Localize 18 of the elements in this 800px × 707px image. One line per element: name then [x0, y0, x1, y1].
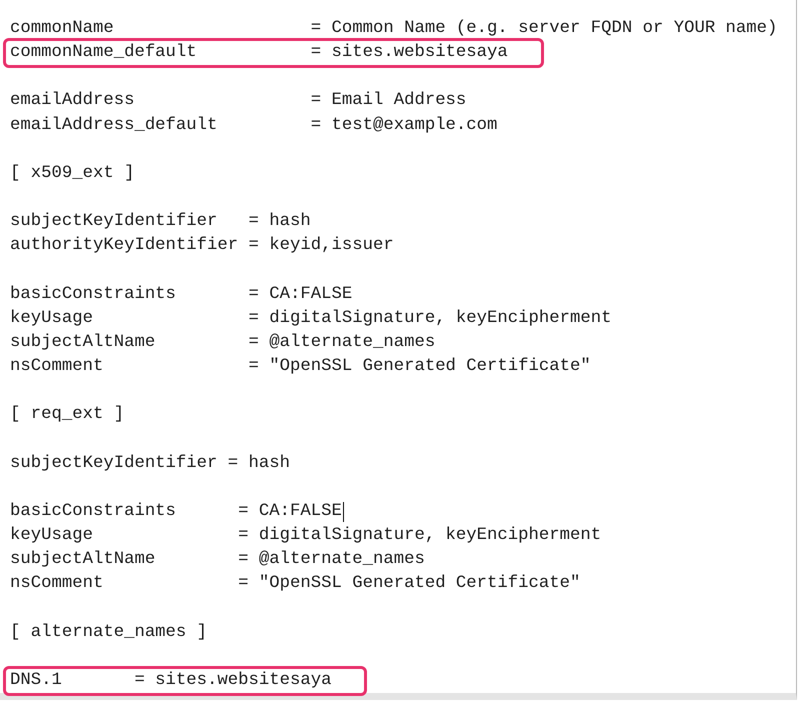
code-line: basicConstraints = CA:FALSE	[10, 500, 342, 523]
code-line: keyUsage = digitalSignature, keyEncipherment	[10, 525, 602, 548]
text-editor[interactable]	[0, 0, 797, 700]
code-line: subjectKeyIdentifier = hash	[10, 211, 311, 234]
code-line: emailAddress = Email Address	[10, 90, 466, 112]
code-line: basicConstraints = CA:FALSE	[10, 284, 352, 306]
code-line: emailAddress_default = test@example.com	[10, 114, 498, 137]
code-line: keyUsage = digitalSignature, keyEncipherment	[10, 308, 612, 330]
code-line: subjectKeyIdentifier = hash	[10, 452, 290, 475]
code-line: nsComment = "OpenSSL Generated Certificate"	[10, 573, 580, 596]
code-line: [ req_ext ]	[10, 404, 124, 426]
code-line: commonName = Common Name (e.g. server FQDN or YOUR name)	[10, 18, 778, 40]
code-line: subjectAltName = @alternate_names	[10, 549, 425, 572]
code-line: nsComment = "OpenSSL Generated Certificate"	[10, 356, 591, 378]
code-line: [ x509_ext ]	[10, 162, 134, 185]
code-line: subjectAltName = @alternate_names	[10, 332, 436, 354]
code-line: authorityKeyIdentifier = keyid,issuer	[10, 235, 394, 258]
code-line: [ alternate_names ]	[10, 622, 208, 644]
